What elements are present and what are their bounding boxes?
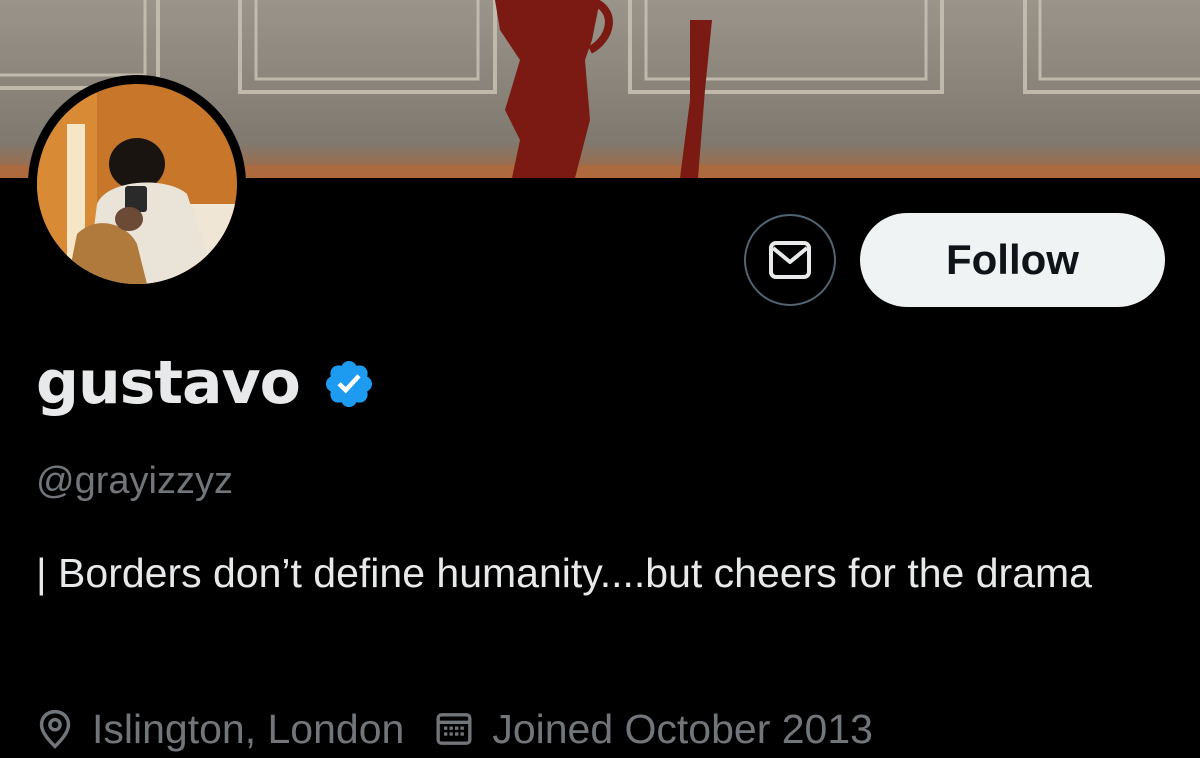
- avatar[interactable]: [28, 75, 246, 293]
- profile-bio: | Borders don’t define humanity....but c…: [36, 550, 1092, 596]
- profile-meta: Islington, London Joined October 2013: [36, 700, 873, 758]
- envelope-icon: [768, 240, 812, 280]
- location-pin-icon: [36, 708, 74, 750]
- verified-badge-icon[interactable]: [322, 357, 376, 416]
- location-text: Islington, London: [92, 705, 405, 752]
- message-button[interactable]: [744, 214, 836, 306]
- follow-button[interactable]: Follow: [860, 213, 1165, 307]
- location-item: Islington, London: [36, 706, 404, 753]
- profile-name-row: gustavo: [36, 348, 376, 418]
- joined-item: Joined October 2013: [434, 706, 873, 753]
- profile-handle: @grayizzyz: [36, 460, 233, 502]
- joined-text: Joined October 2013: [492, 705, 873, 752]
- calendar-icon: [434, 709, 474, 749]
- display-name: gustavo: [36, 348, 301, 418]
- follow-button-label: Follow: [946, 236, 1079, 283]
- avatar-image: [37, 84, 237, 284]
